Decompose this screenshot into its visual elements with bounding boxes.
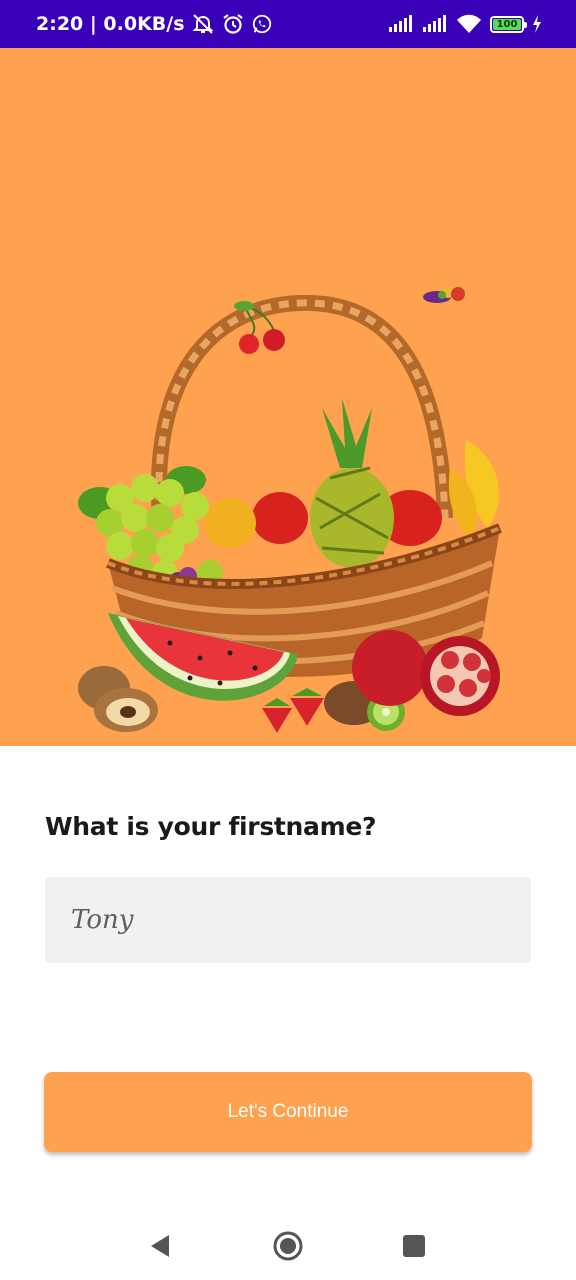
status-bar: 2:20 | 0.0KB/s 100 (0, 0, 576, 48)
battery-icon: 100 (490, 15, 527, 33)
signal-icon (423, 15, 446, 32)
home-icon (273, 1231, 303, 1261)
wifi-icon (457, 14, 481, 33)
recents-icon (403, 1235, 425, 1257)
battery-level: 100 (496, 18, 518, 30)
firstname-question: What is your firstname? (45, 812, 377, 841)
continue-button[interactable]: Let's Continue (44, 1072, 532, 1152)
status-left: 2:20 | 0.0KB/s (36, 0, 273, 48)
firstname-field[interactable] (45, 877, 531, 963)
signal-icon (389, 15, 412, 32)
back-icon (151, 1235, 169, 1257)
home-button[interactable] (258, 1212, 318, 1280)
status-right: 100 (388, 0, 542, 48)
pineapple-illustration (310, 398, 394, 568)
back-button[interactable] (130, 1212, 190, 1280)
hero-banner (0, 48, 576, 746)
fruit-basket-illustration (78, 286, 502, 733)
small-fruits-illustration (423, 286, 465, 303)
alarm-icon (222, 14, 243, 34)
navigation-bar (0, 1212, 576, 1280)
status-time: 2:20 | 0.0KB/s (36, 13, 185, 35)
whatsapp-icon (252, 14, 271, 34)
recents-button[interactable] (384, 1212, 444, 1280)
muted-bell-icon (192, 14, 213, 34)
charging-icon (533, 15, 541, 33)
firstname-input[interactable] (69, 904, 507, 936)
